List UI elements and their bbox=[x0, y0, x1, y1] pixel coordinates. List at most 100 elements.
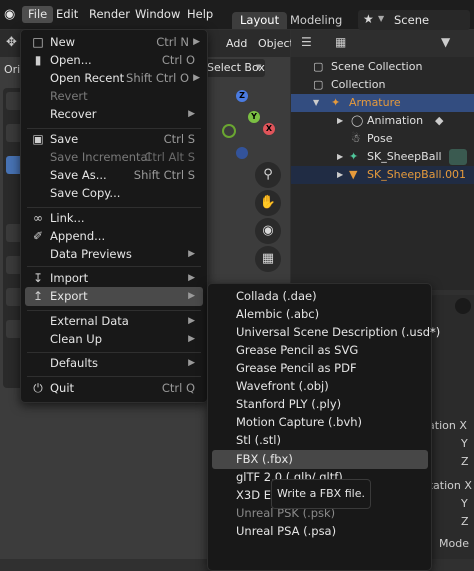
tab-modeling[interactable]: Modeling bbox=[282, 12, 350, 29]
pan-hand-icon[interactable]: ✋ bbox=[255, 190, 281, 216]
menu-file[interactable]: File bbox=[22, 6, 54, 23]
menu-item-new[interactable]: □ New Ctrl N ▶ bbox=[25, 33, 203, 52]
row-label: SK_SheepBall bbox=[367, 150, 442, 163]
shortcut: Ctrl Q bbox=[161, 381, 195, 395]
outliner-row-collection[interactable]: ▢ Collection bbox=[291, 76, 474, 94]
chevron-right-icon[interactable]: ▶ bbox=[337, 112, 343, 130]
item-label: Defaults bbox=[50, 356, 99, 370]
menu-item-save-copy[interactable]: Save Copy... bbox=[25, 184, 203, 203]
export-stanford-ply[interactable]: Stanford PLY (.ply) bbox=[212, 395, 428, 414]
shortcut: Ctrl Alt S bbox=[144, 150, 195, 164]
append-icon: ✐ bbox=[32, 229, 44, 243]
export-icon: ↥ bbox=[32, 289, 44, 303]
item-label: Save Incremental bbox=[50, 150, 151, 164]
folder-icon: ▮ bbox=[34, 53, 42, 67]
item-label: Import bbox=[50, 271, 89, 285]
menu-item-clean-up[interactable]: Clean Up ▶ bbox=[25, 330, 203, 349]
menu-edit[interactable]: Edit bbox=[50, 6, 84, 23]
export-stl[interactable]: Stl (.stl) bbox=[212, 431, 428, 450]
filter-icon[interactable]: ▼ bbox=[441, 35, 450, 49]
chevron-right-icon[interactable]: ▶ bbox=[337, 148, 343, 166]
neg-y-axis-handle[interactable] bbox=[222, 124, 236, 138]
outliner-row-armature[interactable]: ▼ ✦ Armature bbox=[291, 94, 474, 112]
item-label: Link... bbox=[50, 211, 85, 225]
chevron-right-icon: ▶ bbox=[188, 334, 195, 344]
menu-item-defaults[interactable]: Defaults ▶ bbox=[25, 354, 203, 373]
menu-item-link[interactable]: ∞ Link... bbox=[25, 209, 203, 228]
outliner-header: ☰ ▦ ▼ bbox=[291, 30, 474, 57]
mesh-triangle-icon: ▼ bbox=[349, 168, 358, 181]
menu-item-quit[interactable]: ⏻ Quit Ctrl Q bbox=[25, 379, 203, 398]
export-collada[interactable]: Collada (.dae) bbox=[212, 287, 428, 306]
menu-item-export[interactable]: ↥ Export ▶ bbox=[25, 287, 203, 306]
tab-layout[interactable]: Layout bbox=[232, 12, 288, 29]
export-grease-pencil-pdf[interactable]: Grease Pencil as PDF bbox=[212, 359, 428, 378]
outliner-row-scene-collection[interactable]: ▢ Scene Collection bbox=[291, 58, 474, 76]
menu-item-open[interactable]: ▮ Open... Ctrl O bbox=[25, 51, 203, 70]
y-axis-handle[interactable]: Y bbox=[248, 111, 260, 123]
new-file-icon: □ bbox=[32, 35, 44, 49]
transform-icon[interactable]: ✥ bbox=[6, 35, 17, 50]
x-axis-handle[interactable]: X bbox=[263, 123, 275, 135]
z-axis-handle[interactable]: Z bbox=[236, 90, 248, 102]
menu-window[interactable]: Window bbox=[129, 6, 186, 23]
keyframe-icon: ◆ bbox=[435, 114, 444, 127]
menu-separator bbox=[27, 352, 201, 353]
export-alembic[interactable]: Alembic (.abc) bbox=[212, 305, 428, 324]
pose-icon: ☃ bbox=[351, 132, 361, 145]
item-label: Motion Capture (.bvh) bbox=[236, 415, 363, 429]
chevron-right-icon: ▶ bbox=[193, 73, 200, 83]
armature-icon: ✦ bbox=[331, 96, 341, 109]
select-box-dropdown[interactable]: Select Box ▼ bbox=[205, 59, 265, 77]
editor-type-icon[interactable]: ☰ bbox=[301, 35, 312, 49]
viewport-menu-object[interactable]: Object bbox=[258, 37, 294, 50]
menu-item-external-data[interactable]: External Data ▶ bbox=[25, 312, 203, 331]
item-label: Collada (.dae) bbox=[236, 289, 317, 303]
chevron-right-icon[interactable]: ▶ bbox=[337, 166, 343, 184]
menu-help[interactable]: Help bbox=[181, 6, 219, 23]
neg-z-axis-handle[interactable] bbox=[236, 147, 248, 159]
menu-item-append[interactable]: ✐ Append... bbox=[25, 227, 203, 246]
import-icon: ↧ bbox=[32, 271, 44, 285]
outliner-row-animation[interactable]: ▶ ◯ Animation ◆ bbox=[291, 112, 474, 130]
chevron-right-icon: ▶ bbox=[188, 291, 195, 301]
outliner-row-sk-sheepball-001[interactable]: ▶ ▼ SK_SheepBall.001 bbox=[291, 166, 474, 184]
display-mode-icon[interactable]: ▦ bbox=[335, 35, 346, 49]
chevron-right-icon: ▶ bbox=[188, 273, 195, 283]
menu-render[interactable]: Render bbox=[83, 6, 136, 23]
chevron-down-icon[interactable]: ▼ bbox=[313, 94, 319, 112]
perspective-grid-icon[interactable]: ▦ bbox=[255, 246, 281, 272]
export-fbx[interactable]: FBX (.fbx) bbox=[212, 450, 428, 469]
zoom-icon[interactable]: ⚲ bbox=[255, 162, 281, 188]
export-unreal-psa[interactable]: Unreal PSA (.psa) bbox=[212, 522, 428, 541]
camera-icon[interactable]: ◉ bbox=[255, 218, 281, 244]
menu-separator bbox=[27, 310, 201, 311]
menu-item-save-as[interactable]: Save As... Shift Ctrl S bbox=[25, 166, 203, 185]
row-label: Armature bbox=[349, 96, 401, 109]
properties-search-icon[interactable] bbox=[455, 298, 471, 314]
chevron-right-icon: ▶ bbox=[188, 358, 195, 368]
export-grease-pencil-svg[interactable]: Grease Pencil as SVG bbox=[212, 341, 428, 360]
orientation-label[interactable]: Ori bbox=[4, 63, 20, 76]
item-label: Wavefront (.obj) bbox=[236, 379, 329, 393]
menu-item-save[interactable]: ▣ Save Ctrl S bbox=[25, 130, 203, 149]
menu-separator bbox=[27, 128, 201, 129]
shortcut: Shift Ctrl S bbox=[133, 168, 195, 182]
menu-item-import[interactable]: ↧ Import ▶ bbox=[25, 269, 203, 288]
viewport-menu-add[interactable]: Add bbox=[226, 37, 247, 50]
navigation-gizmo[interactable]: Z Y X bbox=[218, 90, 284, 162]
menu-item-data-previews[interactable]: Data Previews ▶ bbox=[25, 245, 203, 264]
shortcut: Ctrl S bbox=[163, 132, 195, 146]
outliner-row-sk-sheepball[interactable]: ▶ ✦ SK_SheepBall bbox=[291, 148, 474, 166]
export-wavefront-obj[interactable]: Wavefront (.obj) bbox=[212, 377, 428, 396]
item-label: Open... bbox=[50, 53, 92, 67]
scene-selector[interactable]: ★ ▼ Scene bbox=[358, 10, 470, 30]
menu-item-open-recent[interactable]: Open Recent Shift Ctrl O ▶ bbox=[25, 69, 203, 88]
chevron-down-icon: ▼ bbox=[256, 63, 262, 71]
blender-logo-icon[interactable]: ◉ bbox=[4, 7, 20, 23]
scene-name[interactable]: Scene bbox=[394, 13, 429, 27]
export-motion-capture-bvh[interactable]: Motion Capture (.bvh) bbox=[212, 413, 428, 432]
menu-item-recover[interactable]: Recover ▶ bbox=[25, 105, 203, 124]
export-usd[interactable]: Universal Scene Description (.usd*) bbox=[212, 323, 440, 342]
outliner-row-pose[interactable]: ☃ Pose bbox=[291, 130, 474, 148]
